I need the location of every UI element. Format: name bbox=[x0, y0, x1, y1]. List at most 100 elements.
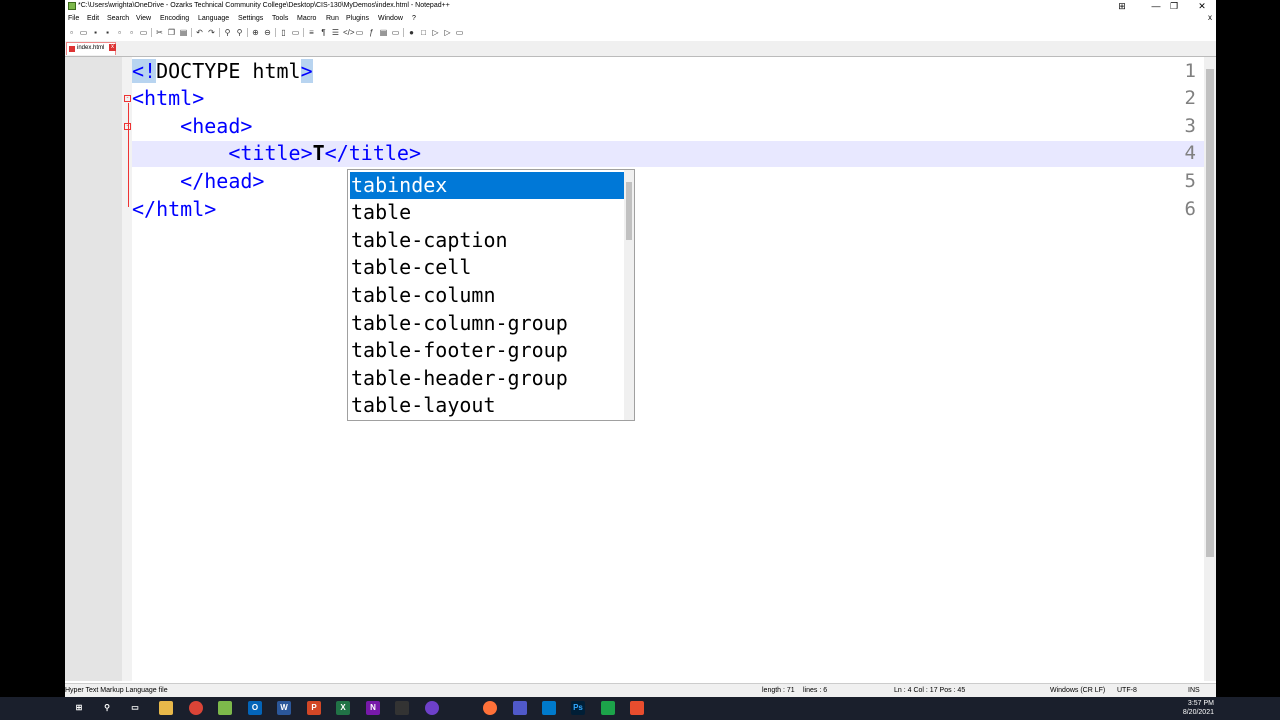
autocomplete-scrollbar[interactable] bbox=[624, 170, 634, 420]
file-explorer-icon[interactable] bbox=[159, 701, 173, 715]
folder-workspace-icon[interactable]: ▭ bbox=[355, 28, 364, 37]
menu-encoding[interactable]: Encoding bbox=[160, 15, 189, 22]
powerpoint-icon[interactable]: P bbox=[307, 701, 321, 715]
autocomplete-item[interactable]: table bbox=[350, 199, 624, 226]
zoom-out-icon[interactable]: ⊖ bbox=[263, 28, 272, 37]
menu-help[interactable]: ? bbox=[412, 15, 416, 22]
undo-icon[interactable]: ↶ bbox=[195, 28, 204, 37]
obs-icon[interactable] bbox=[425, 701, 439, 715]
vscode-icon[interactable] bbox=[542, 701, 556, 715]
autocomplete-item[interactable]: table-footer-group bbox=[350, 337, 624, 364]
menu-window[interactable]: Window bbox=[378, 15, 403, 22]
tile-windows-button[interactable]: ⊞ bbox=[1109, 0, 1135, 13]
document-map-icon[interactable]: ▤ bbox=[379, 28, 388, 37]
copy-icon[interactable]: ❐ bbox=[167, 28, 176, 37]
status-file-type: Hyper Text Markup Language file bbox=[65, 687, 168, 694]
github-icon[interactable] bbox=[395, 701, 409, 715]
monitoring-icon[interactable]: ▭ bbox=[391, 28, 400, 37]
zoom-in-icon[interactable]: ⊕ bbox=[251, 28, 260, 37]
autocomplete-scroll-thumb[interactable] bbox=[626, 182, 632, 240]
start-icon[interactable]: ⊞ bbox=[72, 701, 86, 715]
run-macro-multiple-icon[interactable]: ▷ bbox=[443, 28, 452, 37]
code-line-2: <html> bbox=[132, 86, 205, 110]
menu-plugins[interactable]: Plugins bbox=[346, 15, 369, 22]
tab-index-html[interactable]: index.html x bbox=[66, 42, 116, 55]
status-eol[interactable]: Windows (CR LF) bbox=[1050, 687, 1105, 694]
menu-search[interactable]: Search bbox=[107, 15, 129, 22]
onenote-icon[interactable]: N bbox=[366, 701, 380, 715]
function-list-icon[interactable]: ƒ bbox=[367, 28, 376, 37]
language-icon[interactable]: </> bbox=[343, 28, 355, 37]
toolbar-separator bbox=[247, 28, 248, 37]
title-bar[interactable]: *C:\Users\wrighta\OneDrive - Ozarks Tech… bbox=[65, 0, 1216, 13]
autocomplete-item[interactable]: table-cell bbox=[350, 254, 624, 281]
playback-macro-icon[interactable]: ▷ bbox=[431, 28, 440, 37]
menu-language[interactable]: Language bbox=[198, 15, 229, 22]
line-number: 4 bbox=[1184, 142, 1196, 164]
close-window-button[interactable]: ✕ bbox=[1189, 0, 1215, 13]
find-icon[interactable]: ⚲ bbox=[223, 28, 232, 37]
new-file-icon[interactable]: ▫ bbox=[67, 28, 76, 37]
indent-guide-icon[interactable]: ☰ bbox=[331, 28, 340, 37]
tab-close-button[interactable]: x bbox=[109, 44, 116, 51]
editor-area[interactable]: 1 2 3 4 5 6 - - <!DOCTYPE html> <html> <… bbox=[65, 57, 1216, 681]
record-macro-icon[interactable]: ● bbox=[407, 28, 416, 37]
paste-icon[interactable]: ▤ bbox=[179, 28, 188, 37]
taskbar-clock[interactable]: 3:57 PM 8/20/2021 bbox=[1183, 699, 1214, 717]
line-number: 6 bbox=[1184, 198, 1196, 220]
print-icon[interactable]: ▭ bbox=[139, 28, 148, 37]
status-lines: lines : 6 bbox=[803, 687, 828, 694]
replace-icon[interactable]: ⚲ bbox=[235, 28, 244, 37]
menu-tools[interactable]: Tools bbox=[272, 15, 288, 22]
autocomplete-item[interactable]: table-column bbox=[350, 282, 624, 309]
status-length: length : 71 bbox=[762, 687, 795, 694]
autocomplete-item[interactable]: table-layout bbox=[350, 392, 624, 419]
close-file-icon[interactable]: ▫ bbox=[115, 28, 124, 37]
restore-button[interactable]: ❐ bbox=[1161, 0, 1187, 13]
notepadpp-icon[interactable] bbox=[218, 701, 232, 715]
sync-vertical-icon[interactable]: ▯ bbox=[279, 28, 288, 37]
fold-marker-html[interactable]: - bbox=[124, 95, 131, 102]
close-all-icon[interactable]: ▫ bbox=[127, 28, 136, 37]
photoshop-icon[interactable]: Ps bbox=[571, 701, 585, 715]
save-all-icon[interactable]: ▪ bbox=[103, 28, 112, 37]
close-document-x[interactable]: x bbox=[1208, 13, 1212, 22]
firefox-icon[interactable] bbox=[483, 701, 497, 715]
excel-icon[interactable]: X bbox=[336, 701, 350, 715]
editor-vertical-scrollbar[interactable] bbox=[1204, 57, 1216, 681]
chrome-icon[interactable] bbox=[189, 701, 203, 715]
code-line-6: </html> bbox=[132, 197, 217, 221]
word-wrap-icon[interactable]: ≡ bbox=[307, 28, 316, 37]
autocomplete-popup[interactable]: tabindex table table-caption table-cell … bbox=[347, 169, 635, 421]
task-view-icon[interactable]: ▭ bbox=[128, 701, 142, 715]
menu-file[interactable]: File bbox=[68, 15, 79, 22]
save-macro-icon[interactable]: ▭ bbox=[455, 28, 464, 37]
camtasia-recorder-icon[interactable] bbox=[630, 701, 644, 715]
sync-horizontal-icon[interactable]: ▭ bbox=[291, 28, 300, 37]
camtasia-icon[interactable] bbox=[601, 701, 615, 715]
autocomplete-item[interactable]: table-header-group bbox=[350, 365, 624, 392]
stop-recording-icon[interactable]: □ bbox=[419, 28, 428, 37]
redo-icon[interactable]: ↷ bbox=[207, 28, 216, 37]
open-file-icon[interactable]: ▭ bbox=[79, 28, 88, 37]
save-icon[interactable]: ▪ bbox=[91, 28, 100, 37]
editor-scroll-thumb[interactable] bbox=[1206, 69, 1214, 557]
search-icon[interactable]: ⚲ bbox=[100, 701, 114, 715]
code-line-5: </head> bbox=[132, 169, 265, 193]
menu-view[interactable]: View bbox=[136, 15, 151, 22]
cut-icon[interactable]: ✂ bbox=[155, 28, 164, 37]
menu-run[interactable]: Run bbox=[326, 15, 339, 22]
autocomplete-item[interactable]: table-column-group bbox=[350, 310, 624, 337]
menu-macro[interactable]: Macro bbox=[297, 15, 316, 22]
window-title: *C:\Users\wrighta\OneDrive - Ozarks Tech… bbox=[78, 2, 450, 9]
teams-icon[interactable] bbox=[513, 701, 527, 715]
menu-settings[interactable]: Settings bbox=[238, 15, 263, 22]
title-open-tag: <title> bbox=[228, 141, 313, 165]
word-icon[interactable]: W bbox=[277, 701, 291, 715]
autocomplete-item[interactable]: table-caption bbox=[350, 227, 624, 254]
outlook-icon[interactable]: O bbox=[248, 701, 262, 715]
show-all-chars-icon[interactable]: ¶ bbox=[319, 28, 328, 37]
status-encoding[interactable]: UTF-8 bbox=[1117, 687, 1137, 694]
menu-edit[interactable]: Edit bbox=[87, 15, 99, 22]
autocomplete-item-selected[interactable]: tabindex bbox=[350, 172, 624, 199]
